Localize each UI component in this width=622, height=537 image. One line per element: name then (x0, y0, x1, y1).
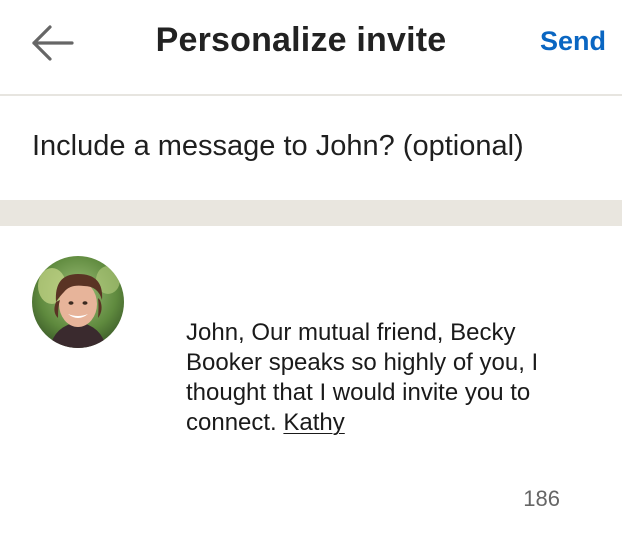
send-button[interactable]: Send (540, 26, 606, 57)
section-divider (0, 200, 622, 226)
message-signature: Kathy (283, 409, 345, 436)
page-title: Personalize invite (155, 21, 447, 59)
include-message-prompt: Include a message to John? (optional) (32, 130, 524, 162)
profile-photo-icon (32, 256, 124, 348)
message-section: John, Our mutual friend, Becky Booker sp… (0, 226, 622, 537)
prompt-section: Include a message to John? (optional) (0, 96, 622, 200)
character-count: 186 (523, 486, 560, 511)
top-bar: Personalize invite Send (0, 0, 622, 96)
message-body: John, Our mutual friend, Becky Booker sp… (186, 319, 539, 436)
message-textarea[interactable]: John, Our mutual friend, Becky Booker sp… (186, 318, 566, 438)
avatar (32, 256, 124, 348)
